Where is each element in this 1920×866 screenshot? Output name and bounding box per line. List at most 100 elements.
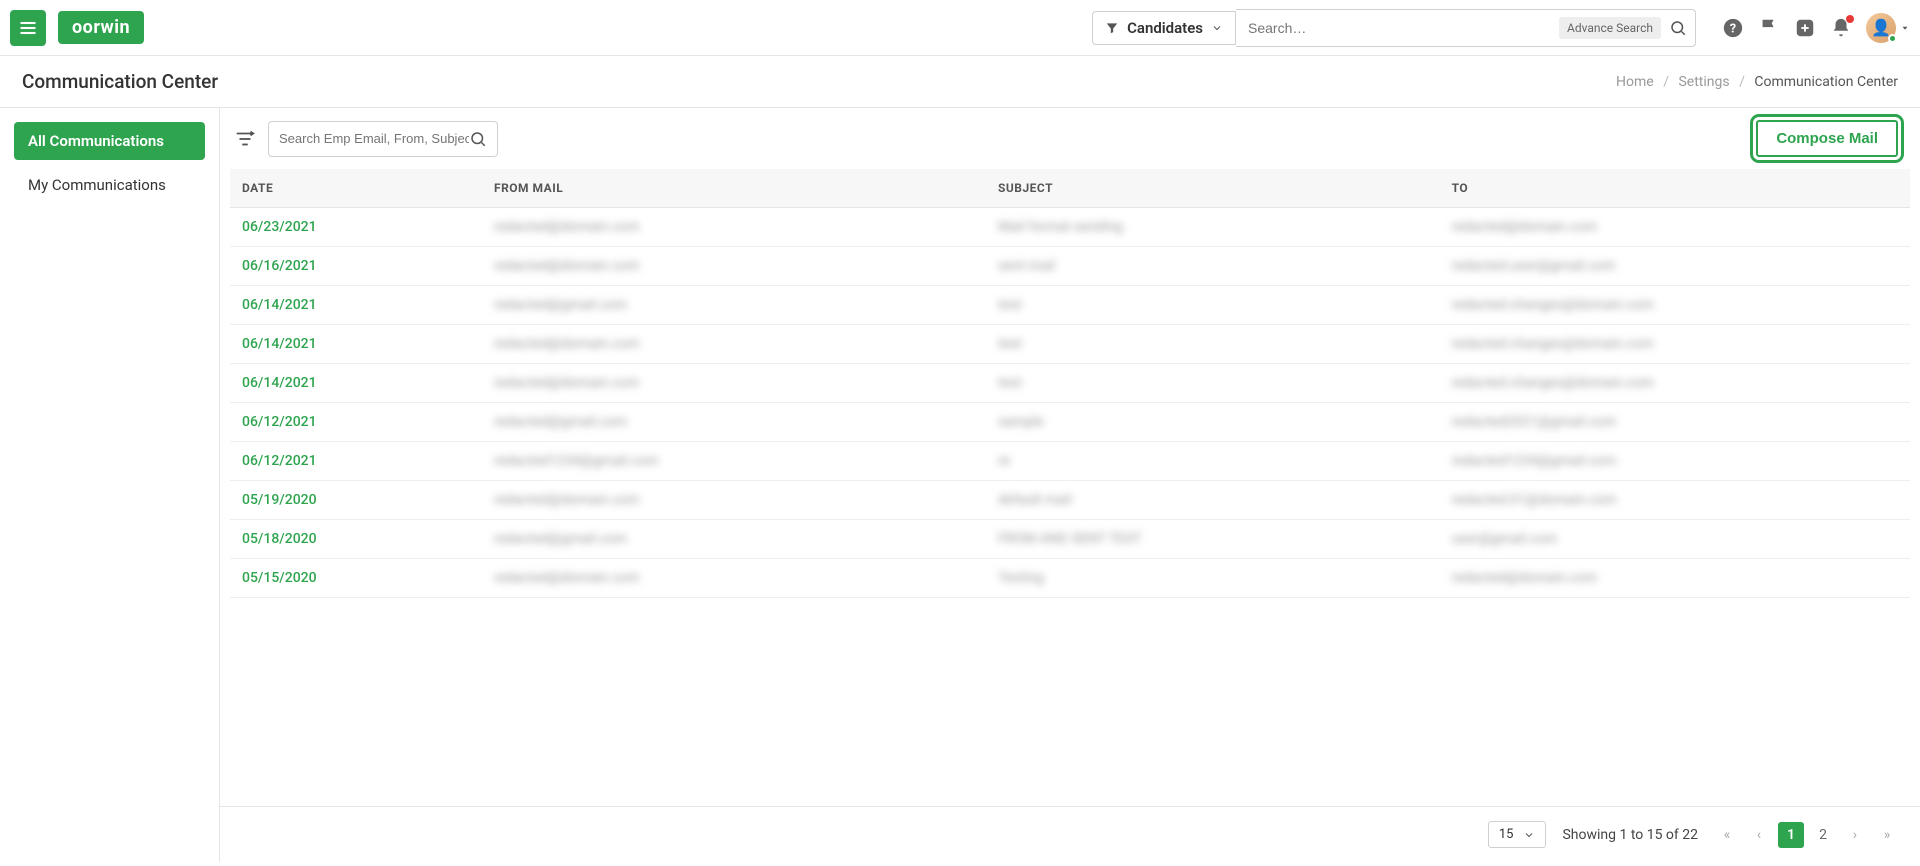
filter-lines-icon[interactable] bbox=[234, 128, 256, 150]
subheader: Communication Center Home / Settings / C… bbox=[0, 56, 1920, 108]
breadcrumb-settings[interactable]: Settings bbox=[1678, 74, 1729, 90]
search-input-container: Advance Search bbox=[1236, 9, 1696, 47]
from-cell: redacted@domain.com bbox=[494, 492, 640, 508]
table-row[interactable]: 05/18/2020 redacted@gmail.com FROM AND SEN… bbox=[230, 520, 1910, 559]
pager-next[interactable]: › bbox=[1842, 822, 1868, 848]
logo[interactable]: oorwin bbox=[58, 11, 144, 44]
notifications-icon[interactable] bbox=[1830, 17, 1852, 39]
subject-cell: Mail format sending bbox=[998, 219, 1123, 235]
table-header-row: DATE FROM MAIL SUBJECT TO bbox=[230, 169, 1910, 208]
from-cell: redacted@domain.com bbox=[494, 336, 640, 352]
funnel-icon bbox=[1105, 21, 1119, 35]
table-row[interactable]: 06/16/2021 redacted@domain.com sent mail re… bbox=[230, 247, 1910, 286]
col-subject[interactable]: SUBJECT bbox=[986, 169, 1440, 208]
to-cell: redacted.changes@domain.com bbox=[1452, 375, 1654, 391]
from-cell: redacted@domain.com bbox=[494, 258, 640, 274]
table-row[interactable]: 06/14/2021 redacted@domain.com test redacte… bbox=[230, 364, 1910, 403]
col-date[interactable]: DATE bbox=[230, 169, 482, 208]
to-cell: redacted.01@domain.com bbox=[1452, 492, 1617, 508]
subject-cell: test bbox=[998, 375, 1022, 391]
subject-cell: test bbox=[998, 297, 1022, 313]
from-cell: redacted@domain.com bbox=[494, 570, 640, 586]
to-cell: redacted1234@gmail.com bbox=[1452, 453, 1617, 469]
notification-dot bbox=[1846, 15, 1854, 23]
from-cell: redacted@domain.com bbox=[494, 219, 640, 235]
from-cell: redacted@gmail.com bbox=[494, 414, 627, 430]
date-cell[interactable]: 06/23/2021 bbox=[242, 219, 317, 235]
subject-cell: default mail bbox=[998, 492, 1072, 508]
subject-cell: test bbox=[998, 336, 1022, 352]
date-cell[interactable]: 06/14/2021 bbox=[242, 336, 317, 352]
breadcrumb-current: Communication Center bbox=[1754, 74, 1898, 90]
date-cell[interactable]: 06/14/2021 bbox=[242, 375, 317, 391]
table-row[interactable]: 05/15/2020 redacted@domain.com Testing reda… bbox=[230, 559, 1910, 598]
chevron-down-icon bbox=[1211, 22, 1223, 34]
table-row[interactable]: 05/19/2020 redacted@domain.com default mai… bbox=[230, 481, 1910, 520]
search-scope-dropdown[interactable]: Candidates bbox=[1092, 11, 1236, 45]
table-row[interactable]: 06/23/2021 redacted@domain.com Mail format… bbox=[230, 208, 1910, 247]
date-cell[interactable]: 06/14/2021 bbox=[242, 297, 317, 313]
page-size-value: 15 bbox=[1499, 827, 1514, 842]
col-to[interactable]: TO bbox=[1440, 169, 1910, 208]
caret-down-icon bbox=[1900, 23, 1910, 33]
subject-cell: sample bbox=[998, 414, 1044, 430]
compose-mail-button[interactable]: Compose Mail bbox=[1756, 120, 1898, 157]
table-row[interactable]: 06/12/2021redacted@gmail.comsampleredact… bbox=[230, 403, 1910, 442]
date-cell[interactable]: 05/15/2020 bbox=[242, 570, 317, 586]
pager: «‹12›» bbox=[1714, 822, 1900, 848]
global-search-input[interactable] bbox=[1248, 20, 1559, 36]
date-cell[interactable]: 06/12/2021 bbox=[242, 453, 317, 469]
search-scope-label: Candidates bbox=[1127, 19, 1203, 37]
table-row[interactable]: 06/12/2021redacted1234@gmail.comreredact… bbox=[230, 442, 1910, 481]
add-icon[interactable] bbox=[1794, 17, 1816, 39]
sidebar-item-my-communications[interactable]: My Communications bbox=[14, 166, 205, 204]
to-cell: redacted.changes@domain.com bbox=[1452, 336, 1654, 352]
subject-cell: FROM AND SENT TEST bbox=[998, 531, 1142, 547]
subject-cell: Testing bbox=[998, 570, 1044, 586]
col-from[interactable]: FROM MAIL bbox=[482, 169, 986, 208]
topbar-icons: ? 👤 bbox=[1722, 13, 1910, 43]
communications-table: DATE FROM MAIL SUBJECT TO 06/23/2021 reda… bbox=[230, 169, 1910, 598]
showing-text: Showing 1 to 15 of 22 bbox=[1562, 827, 1698, 843]
user-menu[interactable]: 👤 bbox=[1866, 13, 1910, 43]
table-row[interactable]: 06/14/2021 redacted@gmail.com test redacted… bbox=[230, 286, 1910, 325]
pager-page-1[interactable]: 1 bbox=[1778, 822, 1804, 848]
pager-prev[interactable]: ‹ bbox=[1746, 822, 1772, 848]
to-cell: redacted.user@gmail.com bbox=[1452, 258, 1616, 274]
topbar: oorwin Candidates Advance Search ? 👤 bbox=[0, 0, 1920, 56]
presence-indicator bbox=[1888, 34, 1897, 43]
flag-icon[interactable] bbox=[1758, 17, 1780, 39]
from-cell: redacted1234@gmail.com bbox=[494, 453, 659, 469]
pager-first[interactable]: « bbox=[1714, 822, 1740, 848]
to-cell: redacted.changes@domain.com bbox=[1452, 297, 1654, 313]
hamburger-menu-button[interactable] bbox=[10, 10, 46, 46]
list-search-input[interactable] bbox=[279, 131, 469, 146]
date-cell[interactable]: 05/18/2020 bbox=[242, 531, 317, 547]
breadcrumb-home[interactable]: Home bbox=[1616, 74, 1654, 90]
to-cell: user@gmail.com bbox=[1452, 531, 1558, 547]
pager-page-2[interactable]: 2 bbox=[1810, 822, 1836, 848]
date-cell[interactable]: 06/12/2021 bbox=[242, 414, 317, 430]
date-cell[interactable]: 05/19/2020 bbox=[242, 492, 317, 508]
breadcrumb: Home / Settings / Communication Center bbox=[1616, 74, 1898, 90]
table-row[interactable]: 06/14/2021 redacted@domain.com test redacte… bbox=[230, 325, 1910, 364]
subject-cell: sent mail bbox=[998, 258, 1055, 274]
help-icon[interactable]: ? bbox=[1722, 17, 1744, 39]
search-icon[interactable] bbox=[1669, 19, 1687, 37]
pager-last[interactable]: » bbox=[1874, 822, 1900, 848]
from-cell: redacted@domain.com bbox=[494, 375, 640, 391]
date-cell[interactable]: 06/16/2021 bbox=[242, 258, 317, 274]
list-search bbox=[268, 121, 498, 157]
from-cell: redacted@gmail.com bbox=[494, 297, 627, 313]
page-title: Communication Center bbox=[22, 70, 218, 93]
advance-search-button[interactable]: Advance Search bbox=[1559, 17, 1661, 39]
hamburger-icon bbox=[18, 18, 38, 38]
sidebar: All Communications My Communications bbox=[0, 108, 220, 862]
search-icon[interactable] bbox=[469, 130, 487, 148]
pagination-footer: 15 Showing 1 to 15 of 22 «‹12›» bbox=[220, 806, 1920, 862]
sidebar-item-all-communications[interactable]: All Communications bbox=[14, 122, 205, 160]
from-cell: redacted@gmail.com bbox=[494, 531, 627, 547]
page-size-dropdown[interactable]: 15 bbox=[1488, 821, 1547, 848]
to-cell: redacted@domain.com bbox=[1452, 570, 1598, 586]
to-cell: redacted@domain.com bbox=[1452, 219, 1598, 235]
